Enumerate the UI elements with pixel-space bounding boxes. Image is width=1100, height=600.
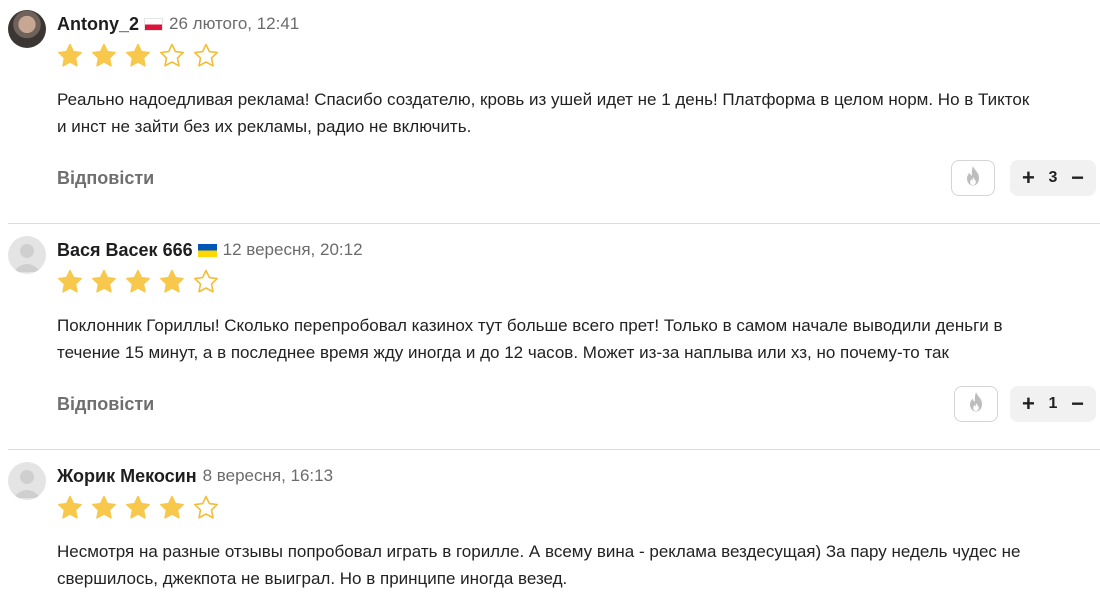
- star-rating: [56, 268, 220, 296]
- review-header: Вася Васек 666 12 вересня, 20:12: [57, 239, 363, 261]
- minus-button[interactable]: −: [1071, 393, 1084, 415]
- review-text-line: свершилось, джекпота не выиграл. Но в пр…: [57, 569, 568, 588]
- reply-button[interactable]: Відповісти: [57, 168, 154, 189]
- minus-button[interactable]: −: [1071, 167, 1084, 189]
- review-text-line: течение 15 минут, а в последнее время жд…: [57, 343, 949, 362]
- star-filled-icon: [126, 495, 150, 519]
- vote-count: 3: [1048, 169, 1058, 186]
- ukraine-flag-icon: [197, 243, 217, 257]
- divider: [8, 449, 1100, 450]
- star-filled-icon: [126, 43, 150, 67]
- fire-reaction-button[interactable]: [954, 386, 998, 422]
- star-filled-icon: [58, 43, 82, 67]
- review-date: 26 лютого, 12:41: [169, 14, 300, 33]
- star-empty-icon: [194, 43, 218, 67]
- vote-control: + 3 −: [1010, 160, 1096, 196]
- review-text: Поклонник Гориллы! Сколько перепробовал …: [57, 312, 1097, 366]
- star-filled-icon: [58, 495, 82, 519]
- fire-reaction-button[interactable]: [951, 160, 995, 196]
- avatar[interactable]: [8, 236, 46, 274]
- author-name[interactable]: Жорик Мекосин: [57, 466, 197, 487]
- star-rating: [56, 42, 220, 70]
- review-header: Antony_2 26 лютого, 12:41: [57, 13, 299, 35]
- default-avatar-icon: [13, 244, 41, 272]
- review-text-line: Несмотря на разные отзывы попробовал игр…: [57, 542, 1021, 561]
- star-filled-icon: [58, 269, 82, 293]
- star-filled-icon: [92, 495, 116, 519]
- plus-button[interactable]: +: [1022, 167, 1035, 189]
- review-header: Жорик Мекосин 8 вересня, 16:13: [57, 465, 333, 487]
- author-name[interactable]: Antony_2: [57, 14, 139, 35]
- plus-button[interactable]: +: [1022, 393, 1035, 415]
- vote-count: 1: [1048, 395, 1058, 412]
- review-text: Реально надоедливая реклама! Спасибо соз…: [57, 86, 1097, 140]
- review-text-line: Реально надоедливая реклама! Спасибо соз…: [57, 90, 1030, 109]
- review-date: 8 вересня, 16:13: [202, 466, 334, 485]
- star-filled-icon: [126, 269, 150, 293]
- vote-control: + 1 −: [1010, 386, 1096, 422]
- star-empty-icon: [194, 495, 218, 519]
- review-text-line: Поклонник Гориллы! Сколько перепробовал …: [57, 316, 1003, 335]
- divider: [8, 223, 1100, 224]
- star-filled-icon: [160, 269, 184, 293]
- star-filled-icon: [92, 43, 116, 67]
- star-filled-icon: [92, 269, 116, 293]
- poland-flag-icon: [144, 17, 164, 31]
- avatar[interactable]: [8, 10, 46, 48]
- star-rating: [56, 494, 220, 522]
- fire-icon: [967, 391, 985, 418]
- default-avatar-icon: [13, 470, 41, 498]
- avatar[interactable]: [8, 462, 46, 500]
- reply-button[interactable]: Відповісти: [57, 394, 154, 415]
- review-text: Несмотря на разные отзывы попробовал игр…: [57, 538, 1097, 592]
- star-empty-icon: [160, 43, 184, 67]
- star-filled-icon: [160, 495, 184, 519]
- review-text-line: и инст не зайти без их рекламы, радио не…: [57, 117, 472, 136]
- fire-icon: [964, 165, 982, 192]
- review-date: 12 вересня, 20:12: [222, 240, 363, 259]
- author-name[interactable]: Вася Васек 666: [57, 240, 193, 261]
- star-empty-icon: [194, 269, 218, 293]
